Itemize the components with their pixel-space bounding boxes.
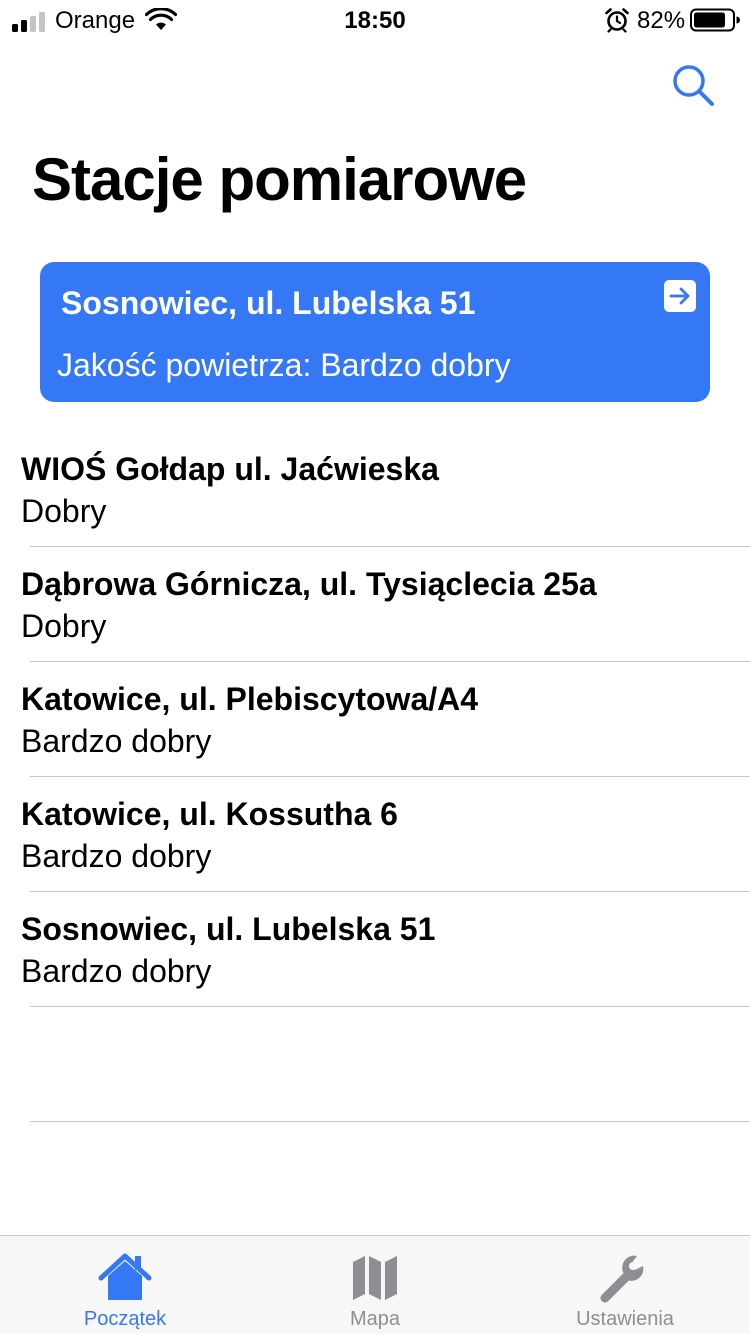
featured-station-card[interactable]: Sosnowiec, ul. Lubelska 51 Jakość powiet…	[40, 262, 710, 402]
search-icon	[673, 65, 714, 106]
tab-map[interactable]: Mapa	[250, 1236, 500, 1334]
battery-icon	[690, 8, 740, 32]
station-row[interactable]: Dąbrowa Górnicza, ul. Tysiąclecia 25a Do…	[0, 547, 750, 662]
station-quality: Bardzo dobry	[21, 838, 212, 874]
tab-bar: Początek Mapa Ustawienia	[0, 1235, 750, 1334]
tab-home[interactable]: Początek	[0, 1236, 250, 1334]
station-quality: Bardzo dobry	[21, 953, 212, 989]
tab-settings-label: Ustawienia	[576, 1308, 674, 1330]
empty-row	[0, 1007, 750, 1122]
station-row[interactable]: Katowice, ul. Plebiscytowa/A4 Bardzo dob…	[0, 662, 750, 777]
station-name: Dąbrowa Górnicza, ul. Tysiąclecia 25a	[21, 566, 597, 602]
row-separator	[30, 1121, 750, 1122]
status-bar: Orange 18:50 82%	[0, 0, 750, 40]
tab-home-label: Początek	[83, 1308, 167, 1330]
station-row[interactable]: WIOŚ Gołdap ul. Jaćwieska Dobry	[0, 432, 750, 547]
station-list: WIOŚ Gołdap ul. Jaćwieska Dobry Dąbrowa …	[0, 432, 750, 1122]
station-quality: Bardzo dobry	[21, 723, 212, 759]
station-quality: Dobry	[21, 493, 107, 529]
page-title: Stacje pomiarowe	[32, 146, 527, 213]
featured-station-name: Sosnowiec, ul. Lubelska 51	[61, 285, 476, 321]
station-quality: Dobry	[21, 608, 107, 644]
featured-station-air-quality: Jakość powietrza: Bardzo dobry	[57, 347, 511, 383]
home-icon	[98, 1253, 152, 1300]
station-name: WIOŚ Gołdap ul. Jaćwieska	[21, 451, 439, 487]
station-name: Sosnowiec, ul. Lubelska 51	[21, 911, 436, 947]
station-name: Katowice, ul. Kossutha 6	[21, 796, 398, 832]
tab-map-label: Mapa	[349, 1308, 401, 1330]
battery-percent: 82%	[637, 7, 686, 34]
map-icon	[353, 1256, 397, 1300]
open-arrow-icon[interactable]	[664, 280, 696, 312]
station-row[interactable]: Katowice, ul. Kossutha 6 Bardzo dobry	[0, 777, 750, 892]
search-button[interactable]	[668, 60, 718, 110]
wrench-icon	[600, 1255, 644, 1303]
screen: Orange 18:50 82% Stacje pomiarowe Sosnow…	[0, 0, 750, 1334]
station-name: Katowice, ul. Plebiscytowa/A4	[21, 681, 479, 717]
tab-settings[interactable]: Ustawienia	[500, 1236, 750, 1334]
alarm-icon	[605, 8, 629, 33]
station-row[interactable]: Sosnowiec, ul. Lubelska 51 Bardzo dobry	[0, 892, 750, 1007]
